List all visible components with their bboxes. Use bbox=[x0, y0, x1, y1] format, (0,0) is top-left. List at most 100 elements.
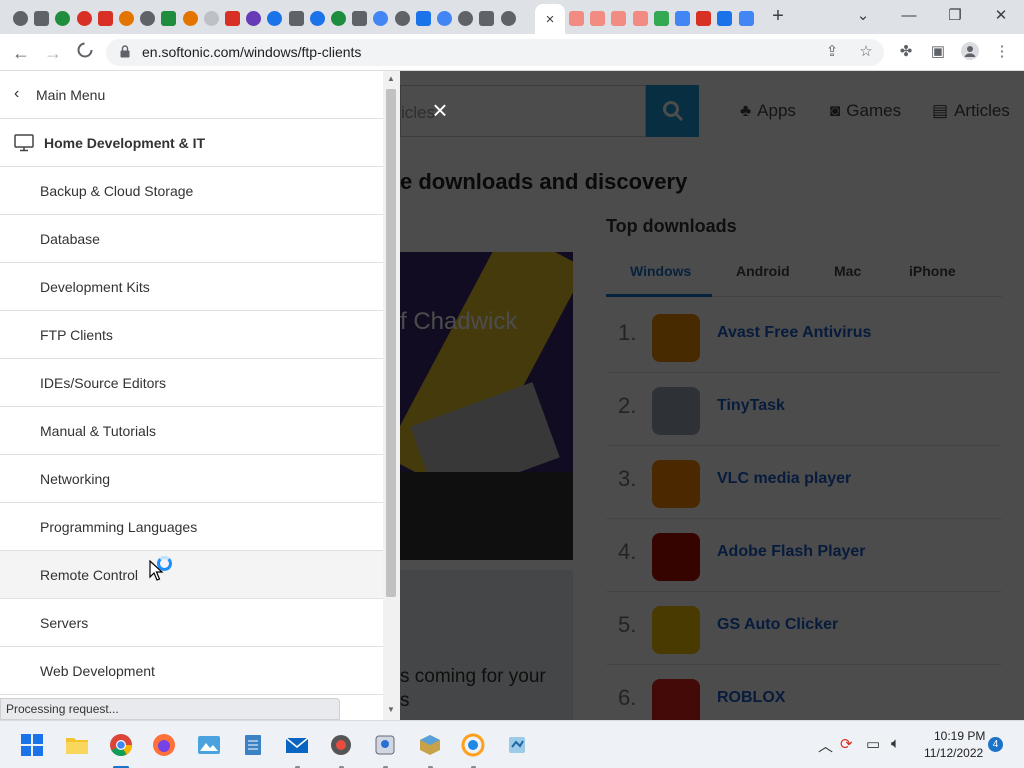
browser-tab[interactable] bbox=[95, 7, 116, 29]
subcategory-item[interactable]: IDEs/Source Editors bbox=[0, 359, 383, 407]
notepad-icon[interactable] bbox=[241, 733, 265, 757]
menu-scrollbar[interactable]: ▲ ▼ bbox=[383, 71, 400, 720]
app-logo-icon[interactable] bbox=[652, 387, 700, 435]
subcategory-item[interactable]: Manual & Tutorials bbox=[0, 407, 383, 455]
browser-tab[interactable] bbox=[392, 7, 413, 29]
browser-tab[interactable] bbox=[243, 7, 264, 29]
close-menu-icon[interactable]: × bbox=[429, 97, 451, 123]
browser-tab[interactable] bbox=[714, 7, 735, 29]
article-card-caption[interactable]: s coming for your s bbox=[400, 665, 546, 713]
show-hidden-icons-chevron-icon[interactable]: ︿ bbox=[818, 735, 833, 756]
hero-caption[interactable]: f Chadwick bbox=[400, 308, 517, 336]
mail-icon[interactable] bbox=[285, 733, 309, 757]
browser-tab[interactable] bbox=[10, 7, 31, 29]
app-icon-2[interactable] bbox=[373, 733, 397, 757]
browser-tab[interactable] bbox=[455, 7, 476, 29]
stop-loading-icon[interactable] bbox=[73, 41, 97, 65]
app-icon-5[interactable] bbox=[505, 733, 529, 757]
download-name-link[interactable]: Avast Free Antivirus bbox=[717, 324, 871, 342]
browser-tab[interactable] bbox=[307, 7, 328, 29]
app-logo-icon[interactable] bbox=[652, 314, 700, 362]
browser-tab[interactable] bbox=[434, 7, 455, 29]
subcategory-item[interactable]: Remote Control bbox=[0, 551, 383, 599]
hero-image[interactable] bbox=[400, 252, 573, 560]
browser-tab[interactable] bbox=[498, 7, 519, 29]
windows-start-icon[interactable] bbox=[20, 733, 44, 757]
subcategory-item[interactable]: FTP Clients bbox=[0, 311, 383, 359]
nav-games[interactable]: ◙ Games bbox=[830, 101, 901, 121]
url-text[interactable]: en.softonic.com/windows/ftp-clients bbox=[142, 44, 361, 60]
close-tab-icon[interactable]: × bbox=[546, 11, 555, 28]
new-tab-button[interactable]: + bbox=[767, 5, 789, 27]
main-menu-back-button[interactable]: ‹ Main Menu bbox=[0, 71, 383, 119]
download-row[interactable]: 2. TinyTask bbox=[606, 373, 1002, 446]
browser-tab[interactable] bbox=[264, 7, 285, 29]
browser-tab[interactable] bbox=[370, 7, 391, 29]
app-logo-icon[interactable] bbox=[652, 533, 700, 581]
download-row[interactable]: 5. GS Auto Clicker bbox=[606, 592, 1002, 665]
download-row[interactable]: 3. VLC media player bbox=[606, 446, 1002, 519]
clock-time[interactable]: 10:19 PM bbox=[934, 729, 985, 743]
browser-tab[interactable] bbox=[31, 7, 52, 29]
browser-tab[interactable] bbox=[608, 7, 629, 29]
browser-tab[interactable] bbox=[672, 7, 693, 29]
browser-tab[interactable] bbox=[74, 7, 95, 29]
download-name-link[interactable]: Adobe Flash Player bbox=[717, 543, 866, 561]
volume-icon[interactable]: 🔈︎ bbox=[891, 735, 900, 752]
share-icon[interactable]: ⇪ bbox=[822, 42, 842, 62]
app-logo-icon[interactable] bbox=[652, 679, 700, 720]
download-row[interactable]: 4. Adobe Flash Player bbox=[606, 519, 1002, 592]
network-icon[interactable]: ▭ bbox=[866, 735, 880, 753]
side-panel-icon[interactable]: ▣ bbox=[928, 42, 948, 62]
photos-icon[interactable] bbox=[197, 733, 221, 757]
subcategory-item[interactable]: Programming Languages bbox=[0, 503, 383, 551]
tab-search-icon[interactable]: ⌄ bbox=[848, 4, 878, 28]
tab-android[interactable]: Android bbox=[736, 263, 790, 279]
browser-tab[interactable] bbox=[52, 7, 73, 29]
clock-date[interactable]: 11/12/2022 bbox=[924, 746, 983, 760]
category-header[interactable]: Home Development & IT bbox=[0, 119, 383, 167]
browser-tab[interactable] bbox=[116, 7, 137, 29]
download-name-link[interactable]: ROBLOX bbox=[717, 689, 785, 707]
sync-icon[interactable]: ⟳ bbox=[840, 735, 853, 753]
download-row[interactable]: 6. ROBLOX bbox=[606, 665, 1002, 720]
download-name-link[interactable]: VLC media player bbox=[717, 470, 851, 488]
back-arrow-icon[interactable]: ← bbox=[9, 41, 33, 65]
browser-tab[interactable] bbox=[693, 7, 714, 29]
browser-tab[interactable] bbox=[137, 7, 158, 29]
browser-tab[interactable] bbox=[476, 7, 497, 29]
subcategory-item[interactable]: Servers bbox=[0, 599, 383, 647]
app-icon-1[interactable] bbox=[329, 733, 353, 757]
address-bar[interactable]: en.softonic.com/windows/ftp-clients ⇪ ☆ bbox=[106, 39, 884, 66]
file-explorer-icon[interactable] bbox=[65, 733, 89, 757]
download-row[interactable]: 1. Avast Free Antivirus bbox=[606, 300, 1002, 373]
bookmark-star-icon[interactable]: ☆ bbox=[856, 42, 876, 62]
app-icon-3[interactable] bbox=[418, 733, 442, 757]
browser-tab[interactable] bbox=[630, 7, 651, 29]
subcategory-item[interactable]: Networking bbox=[0, 455, 383, 503]
app-icon-4[interactable] bbox=[461, 733, 485, 757]
notification-count-badge[interactable]: 4 bbox=[988, 737, 1003, 752]
download-name-link[interactable]: TinyTask bbox=[717, 397, 785, 415]
firefox-icon[interactable] bbox=[152, 733, 176, 757]
nav-apps[interactable]: ♣ Apps bbox=[740, 101, 796, 121]
browser-tab[interactable] bbox=[222, 7, 243, 29]
scroll-down-icon[interactable]: ▼ bbox=[387, 705, 395, 714]
maximize-button[interactable]: ❐ bbox=[940, 4, 970, 28]
app-logo-icon[interactable] bbox=[652, 460, 700, 508]
subcategory-item[interactable]: Database bbox=[0, 215, 383, 263]
tab-windows[interactable]: Windows bbox=[630, 263, 691, 279]
browser-tab[interactable] bbox=[736, 7, 757, 29]
app-logo-icon[interactable] bbox=[652, 606, 700, 654]
window-close-button[interactable]: ✕ bbox=[986, 4, 1016, 28]
browser-tab[interactable] bbox=[286, 7, 307, 29]
browser-menu-icon[interactable]: ⋮ bbox=[992, 42, 1012, 62]
subcategory-item[interactable]: Web Development bbox=[0, 647, 383, 695]
browser-tab[interactable] bbox=[587, 7, 608, 29]
browser-tab[interactable] bbox=[201, 7, 222, 29]
minimize-button[interactable]: — bbox=[894, 4, 924, 28]
scrollbar-thumb[interactable] bbox=[386, 89, 396, 597]
tab-iphone[interactable]: iPhone bbox=[909, 263, 956, 279]
extensions-puzzle-icon[interactable]: ✤ bbox=[896, 42, 916, 62]
active-tab[interactable]: × bbox=[535, 4, 565, 34]
